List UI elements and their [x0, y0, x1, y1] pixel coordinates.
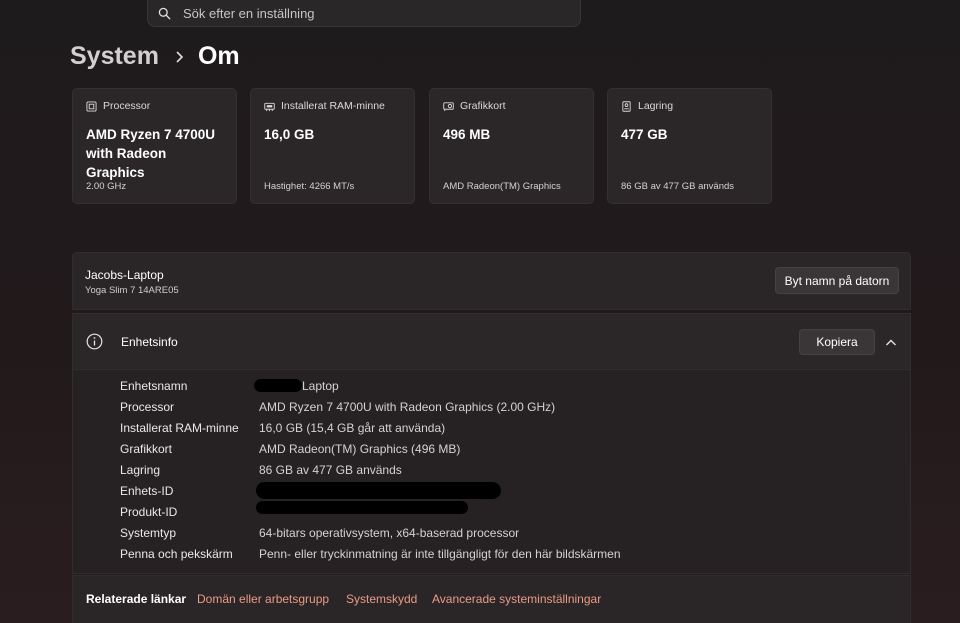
- processor-icon: [86, 100, 103, 112]
- card-value: 477 GB: [621, 127, 668, 142]
- spec-row: Enhetsnamn Laptop: [120, 378, 900, 394]
- spec-key: Produkt-ID: [120, 505, 178, 519]
- related-links-label: Relaterade länkar: [86, 592, 187, 606]
- storage-icon: [621, 100, 638, 112]
- spec-row: Installerat RAM-minne 16,0 GB (15,4 GB g…: [120, 420, 900, 436]
- card-value: 496 MB: [443, 127, 491, 142]
- search-icon: [158, 7, 171, 20]
- rename-pc-button[interactable]: Byt namn på datorn: [775, 267, 899, 294]
- spec-value: AMD Ryzen 7 4700U with Radeon Graphics (…: [259, 400, 556, 414]
- spec-value: 16,0 GB (15,4 GB går att använda): [259, 421, 446, 435]
- page-title: Om: [197, 42, 240, 70]
- device-name: Jacobs-Laptop: [85, 268, 164, 282]
- card-value: AMD Ryzen 7 4700U with Radeon Graphics: [86, 127, 216, 180]
- device-specs-title: Enhetsinfo: [121, 335, 178, 349]
- spec-key: Grafikkort: [120, 442, 173, 456]
- spec-row: Lagring 86 GB av 477 GB används: [120, 462, 900, 478]
- redaction-mark: [256, 482, 501, 499]
- search-input[interactable]: Sök efter en inställning: [183, 6, 315, 21]
- spec-row: Produkt-ID: [120, 501, 900, 520]
- device-specs-list: Enhetsnamn Laptop Processor AMD Ryzen 7 …: [72, 370, 911, 574]
- link-domain-workgroup[interactable]: Domän eller arbetsgrupp: [197, 592, 329, 606]
- spec-key: Penna och pekskärm: [120, 547, 233, 561]
- card-label: Installerat RAM-minne: [281, 100, 385, 112]
- card-sub: AMD Radeon(TM) Graphics: [443, 181, 561, 192]
- card-label: Lagring: [638, 100, 674, 112]
- spec-row: Enhets-ID: [120, 482, 900, 499]
- card-label: Grafikkort: [460, 100, 506, 112]
- card-storage: Lagring 477 GB 86 GB av 477 GB används: [607, 88, 772, 204]
- spec-value: Penn- eller tryckinmatning är inte tillg…: [259, 547, 621, 561]
- card-value: 16,0 GB: [264, 127, 315, 142]
- device-panel: Jacobs-Laptop Yoga Slim 7 14ARE05 Byt na…: [72, 252, 911, 310]
- spec-row: Processor AMD Ryzen 7 4700U with Radeon …: [120, 399, 900, 415]
- spec-row: Grafikkort AMD Radeon(TM) Graphics (496 …: [120, 441, 900, 457]
- copy-button[interactable]: Kopiera: [799, 329, 875, 355]
- spec-key: Processor: [120, 400, 175, 414]
- spec-key: Systemtyp: [120, 526, 177, 540]
- card-graphics: Grafikkort 496 MB AMD Radeon(TM) Graphic…: [429, 88, 594, 204]
- related-links-bar: Relaterade länkar Domän eller arbetsgrup…: [72, 575, 911, 623]
- card-ram: Installerat RAM-minne 16,0 GB Hastighet:…: [250, 88, 415, 204]
- breadcrumb-system[interactable]: System: [70, 42, 159, 71]
- link-system-protection[interactable]: Systemskydd: [346, 592, 417, 606]
- spec-value: 64-bitars operativsystem, x64-baserad pr…: [259, 526, 520, 540]
- card-sub: Hastighet: 4266 MT/s: [264, 181, 355, 192]
- spec-key: Lagring: [120, 463, 161, 477]
- device-specs-header[interactable]: Enhetsinfo Kopiera: [72, 313, 911, 370]
- search-box[interactable]: Sök efter en inställning: [147, 0, 581, 27]
- spec-value: AMD Radeon(TM) Graphics (496 MB): [259, 442, 461, 456]
- redaction-mark: [254, 379, 302, 392]
- spec-key: Installerat RAM-minne: [120, 421, 239, 435]
- redaction-mark: [256, 501, 468, 514]
- spec-value: 86 GB av 477 GB används: [259, 463, 402, 477]
- breadcrumb: System Om: [70, 42, 240, 71]
- spec-row: Systemtyp 64-bitars operativsystem, x64-…: [120, 525, 900, 541]
- link-advanced-system-settings[interactable]: Avancerade systeminställningar: [432, 592, 601, 606]
- ram-icon: [264, 101, 281, 112]
- chevron-up-icon[interactable]: [885, 336, 897, 348]
- spec-key: Enhets-ID: [120, 484, 174, 498]
- card-label: Processor: [103, 100, 151, 112]
- info-icon: [86, 333, 103, 350]
- card-sub: 86 GB av 477 GB används: [621, 181, 735, 192]
- graphics-card-icon: [443, 101, 460, 112]
- card-sub: 2.00 GHz: [86, 181, 127, 192]
- spec-row: Penna och pekskärm Penn- eller tryckinma…: [120, 546, 900, 562]
- spec-value: Laptop: [302, 379, 339, 393]
- card-processor: Processor AMD Ryzen 7 4700U with Radeon …: [72, 88, 237, 204]
- chevron-right-icon: [175, 50, 184, 63]
- device-model: Yoga Slim 7 14ARE05: [85, 285, 179, 296]
- spec-key: Enhetsnamn: [120, 379, 188, 393]
